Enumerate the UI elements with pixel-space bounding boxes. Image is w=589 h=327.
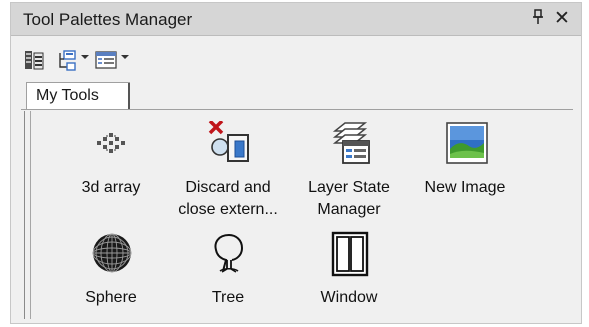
tool-tree[interactable]: Tree xyxy=(168,231,288,321)
tool-new-image[interactable]: New Image xyxy=(405,121,525,211)
3d-array-icon xyxy=(91,121,131,165)
tool-label: 3d array xyxy=(81,179,141,196)
palette-properties-icon xyxy=(25,51,44,70)
tab-label: My Tools xyxy=(36,87,99,104)
tool-label: Window xyxy=(320,289,378,306)
tool-palette-tree-button[interactable] xyxy=(55,49,77,71)
tool-window[interactable]: Window xyxy=(289,231,409,321)
tool-label: Tree xyxy=(211,289,245,306)
tool-label: Layer State Manager xyxy=(308,179,390,218)
tab-baseline xyxy=(21,109,573,110)
sphere-icon xyxy=(91,231,132,275)
pin-icon[interactable] xyxy=(529,9,547,29)
palette-side-bar[interactable] xyxy=(24,111,25,319)
tool-sphere[interactable]: Sphere xyxy=(51,231,171,321)
window-icon xyxy=(329,231,369,277)
tool-label: Discard and close extern... xyxy=(178,179,278,218)
layer-state-manager-icon xyxy=(329,121,370,165)
toolbar xyxy=(23,43,223,73)
palette-properties-button[interactable] xyxy=(23,49,45,71)
tool-palettes-manager-panel: Tool Palettes Manager ✕ My Tools 3d arra… xyxy=(10,2,582,324)
window-title: Tool Palettes Manager xyxy=(23,10,193,29)
tool-layer-state-manager[interactable]: Layer State Manager xyxy=(289,121,409,231)
tool-discard-close-external[interactable]: Discard and close extern... xyxy=(168,119,288,231)
close-icon[interactable]: ✕ xyxy=(553,9,571,29)
chevron-down-icon[interactable] xyxy=(81,55,89,59)
tab-my-tools[interactable]: My Tools xyxy=(26,82,130,110)
tab-divider xyxy=(128,83,130,110)
palette-side-bar-inner xyxy=(30,111,31,319)
tool-label: Sphere xyxy=(85,289,137,306)
tool-palette-area: 3d array Discard and close extern... Lay… xyxy=(38,111,577,319)
title-bar[interactable]: Tool Palettes Manager ✕ xyxy=(11,3,581,36)
tool-label: New Image xyxy=(424,179,506,196)
tool-palette-tree-icon xyxy=(59,50,76,71)
chevron-down-icon[interactable] xyxy=(121,55,129,59)
image-icon xyxy=(445,121,488,165)
palette-view-options-icon xyxy=(95,51,117,69)
discard-close-external-icon xyxy=(208,119,249,165)
tool-3d-array[interactable]: 3d array xyxy=(51,121,171,211)
tree-icon xyxy=(208,231,248,275)
palette-view-options-button[interactable] xyxy=(95,49,117,71)
